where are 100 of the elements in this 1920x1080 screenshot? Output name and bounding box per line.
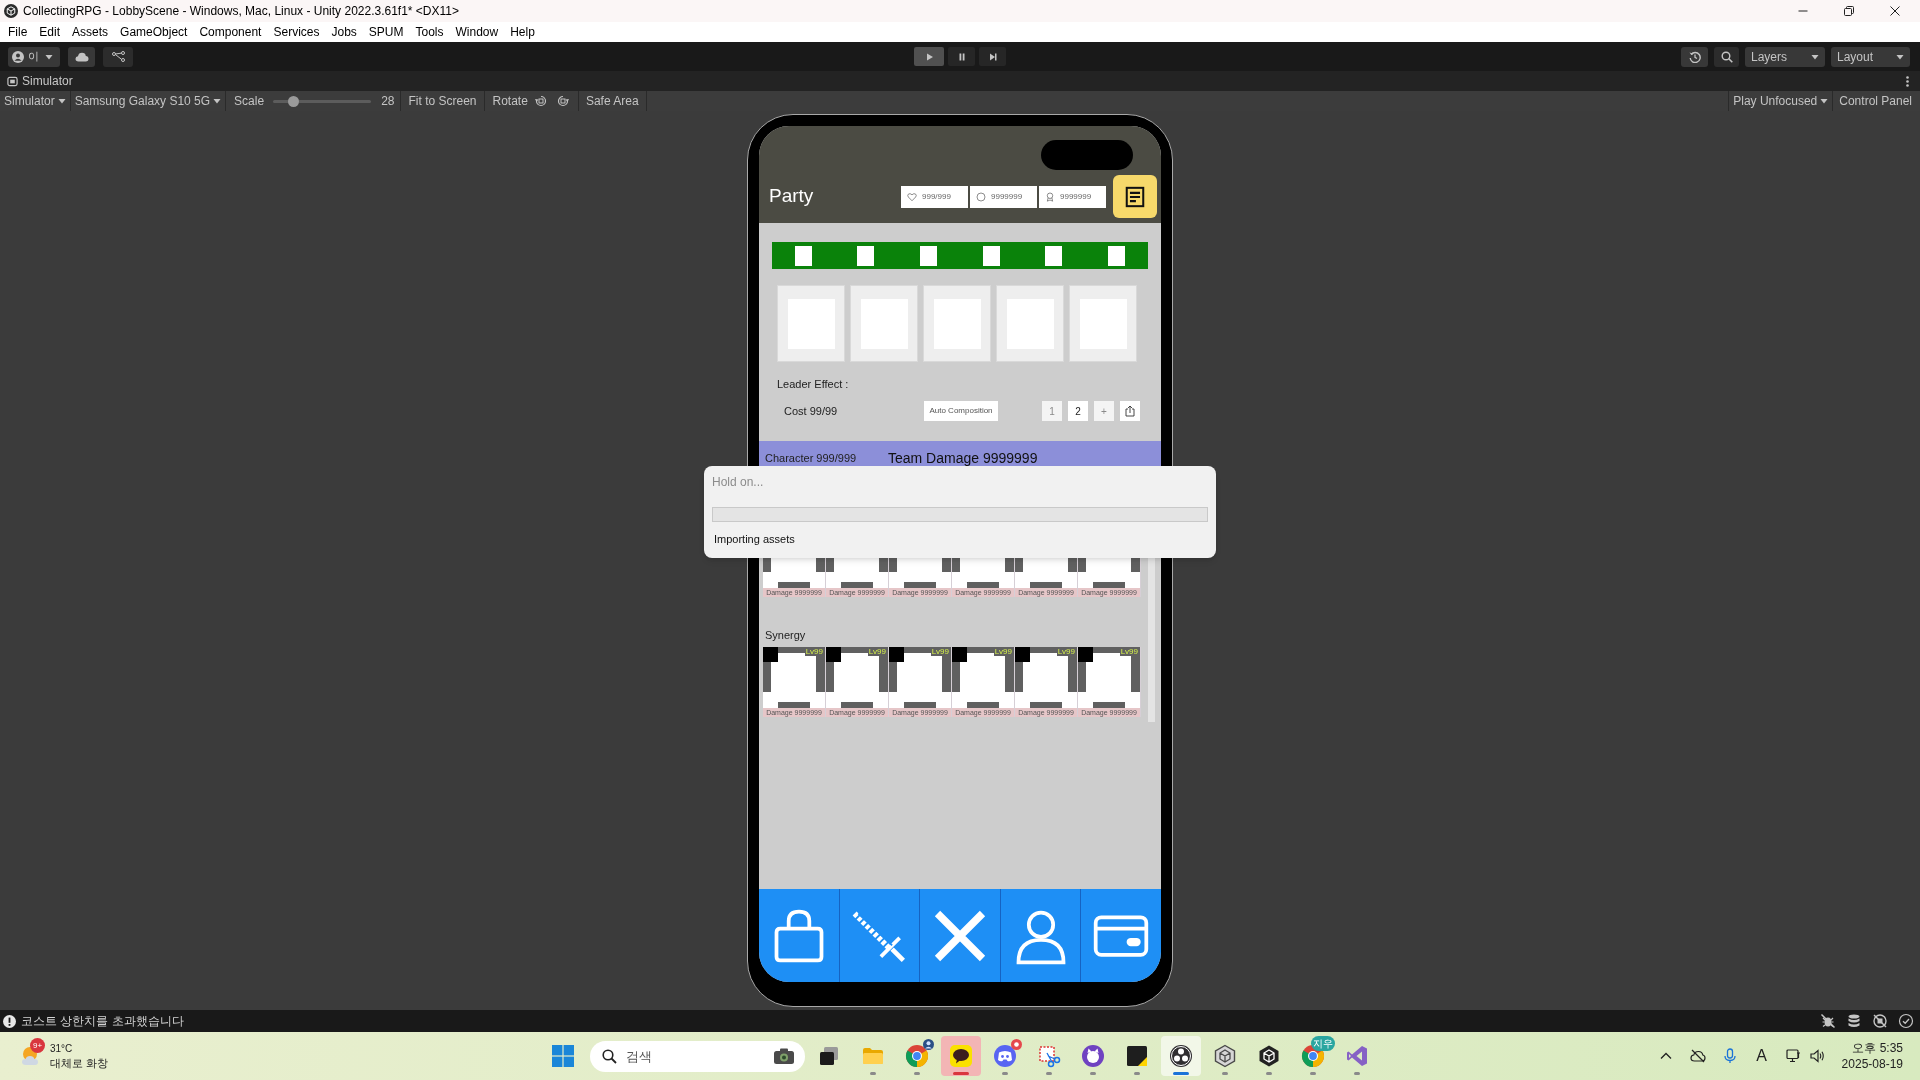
search-field[interactable]: 검색	[590, 1040, 805, 1072]
document-icon	[1124, 185, 1146, 208]
safe-area-button[interactable]: Safe Area	[578, 91, 646, 111]
screen-title: Party	[769, 184, 814, 209]
rotate-left-icon	[534, 95, 547, 107]
play-mode-dropdown[interactable]: Play Unfocused	[1729, 91, 1833, 111]
device-icon	[7, 75, 18, 87]
bar-icon	[1030, 702, 1062, 708]
running-indicator-icon	[1310, 1072, 1316, 1075]
resource-value: 9999999	[1060, 190, 1092, 203]
branch-icon	[111, 51, 125, 62]
running-indicator-icon	[1222, 1072, 1228, 1075]
level-label: Lv99	[993, 647, 1013, 656]
control-panel-button[interactable]: Control Panel	[1833, 91, 1920, 111]
bar-icon	[1030, 582, 1062, 588]
dialog-title: Hold on...	[712, 474, 764, 490]
notification-badge: 9+	[30, 1038, 45, 1053]
close-icon	[1890, 6, 1900, 16]
resource-value: 9999999	[991, 190, 1023, 203]
marker-icon	[982, 245, 1000, 266]
notification-dot-icon	[1011, 1039, 1022, 1050]
account-button[interactable]: 이	[8, 46, 60, 67]
more-button[interactable]	[1904, 74, 1910, 88]
fit-to-screen-button[interactable]: Fit to Screen	[401, 91, 484, 111]
pause-button[interactable]	[948, 47, 975, 66]
mode-dropdown[interactable]: Simulator	[0, 91, 70, 111]
menu-item[interactable]: Tools	[409, 22, 450, 42]
bar-icon	[904, 582, 936, 588]
square-icon	[889, 647, 904, 662]
square-icon	[763, 647, 778, 662]
page-button[interactable]: 2	[1068, 401, 1088, 421]
simulator-tab[interactable]: Simulator	[7, 71, 73, 91]
history-icon	[1688, 50, 1701, 63]
search-icon	[602, 1048, 617, 1064]
square-icon	[1015, 647, 1030, 662]
menu-item[interactable]: Assets	[66, 22, 115, 42]
marker-icon	[1045, 245, 1063, 266]
taskbar-app-button[interactable]	[1161, 1036, 1201, 1076]
slider-thumb[interactable]	[287, 95, 299, 107]
note-icon	[1125, 1044, 1149, 1068]
level-label: Lv99	[804, 647, 824, 656]
menu-item[interactable]: Component	[193, 22, 268, 42]
cloud-button[interactable]	[68, 46, 95, 67]
portrait-placeholder	[834, 653, 879, 692]
menu-item[interactable]: Edit	[33, 22, 67, 42]
layout-dropdown[interactable]: Layout	[1831, 46, 1910, 67]
menu-item[interactable]: File	[2, 22, 34, 42]
squares-icon	[817, 1044, 841, 1068]
restore-icon	[1844, 6, 1854, 16]
slashed-circle-icon	[1872, 1013, 1888, 1029]
monitor-icon	[1785, 1048, 1802, 1064]
caret-icon	[57, 97, 66, 105]
menu-item[interactable]: Services	[267, 22, 326, 42]
portrait-placeholder	[897, 653, 942, 692]
menu-button[interactable]	[1113, 175, 1157, 218]
menu-item[interactable]: GameObject	[114, 22, 194, 42]
weather-condition: 대체로 화창	[50, 1056, 109, 1070]
caret-icon	[1820, 97, 1829, 105]
play-button[interactable]	[914, 47, 944, 66]
portrait-placeholder	[771, 653, 816, 692]
menu-item[interactable]: Window	[449, 22, 505, 42]
camera-icon	[773, 1046, 795, 1065]
bar-icon	[1093, 582, 1125, 588]
character-count: Character 999/999	[765, 451, 858, 465]
input-method-button[interactable]: A	[1749, 1044, 1774, 1068]
four-squares-icon	[552, 1045, 574, 1067]
level-label: Lv99	[930, 647, 950, 656]
caret-icon	[213, 97, 222, 105]
square-icon	[952, 647, 967, 662]
history-button[interactable]	[1681, 46, 1708, 67]
search-button[interactable]	[1714, 46, 1739, 67]
three-circles-icon	[1169, 1044, 1193, 1068]
running-indicator-icon	[1090, 1072, 1096, 1075]
avatar-badge-icon	[923, 1039, 934, 1050]
synergy-title: Synergy	[765, 629, 806, 642]
running-indicator-icon	[914, 1072, 920, 1075]
menu-item[interactable]: Help	[504, 22, 541, 42]
running-indicator-icon	[953, 1072, 969, 1075]
check-circle-icon	[1898, 1013, 1914, 1029]
portrait-placeholder	[960, 653, 1005, 692]
step-button[interactable]	[979, 47, 1006, 66]
bug-slash-icon	[1820, 1013, 1836, 1029]
medal-icon	[1045, 191, 1055, 202]
running-indicator-icon	[1354, 1072, 1360, 1075]
weather-temperature: 31°C	[50, 1042, 73, 1056]
scale-value: 28	[381, 93, 395, 110]
caret-icon	[1811, 52, 1819, 61]
cloud-off-icon	[1689, 1048, 1706, 1064]
taskbar-app-button[interactable]	[941, 1036, 981, 1076]
version-control-button[interactable]	[103, 46, 133, 67]
menu-item[interactable]: Jobs	[325, 22, 363, 42]
menu-item[interactable]: SPUM	[362, 22, 410, 42]
rotate-label: Rotate	[492, 93, 528, 110]
bar-icon	[967, 702, 999, 708]
device-dropdown[interactable]: Samsung Galaxy S10 5G	[70, 91, 226, 111]
cat-face-icon	[1081, 1044, 1105, 1068]
profile-badge: 지우	[1311, 1036, 1335, 1051]
auto-composition-button[interactable]: Auto Composition	[924, 401, 998, 421]
share-button[interactable]	[1120, 401, 1140, 421]
layers-dropdown[interactable]: Layers	[1745, 46, 1825, 67]
